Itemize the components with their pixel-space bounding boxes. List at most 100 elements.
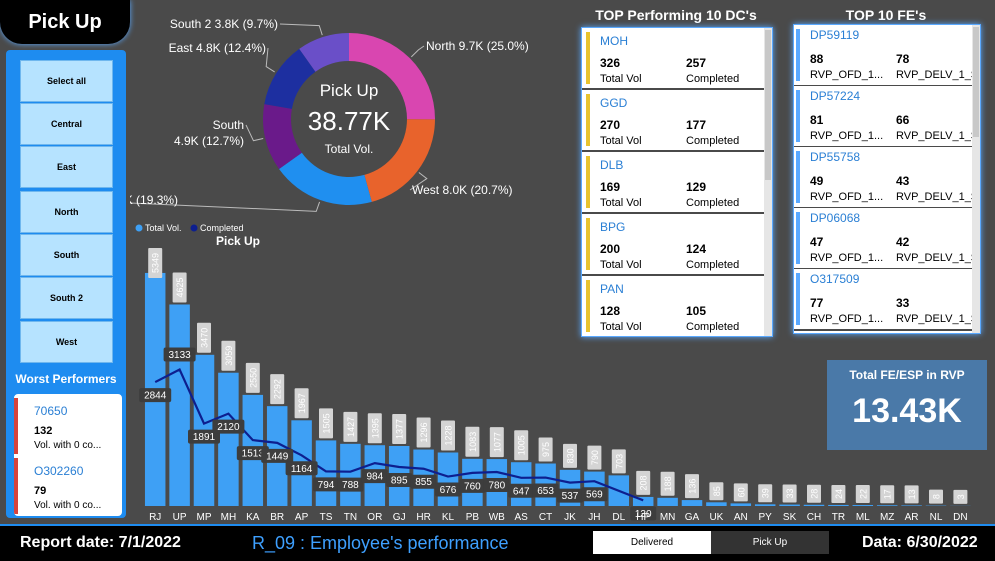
bar-mn[interactable]	[657, 498, 678, 506]
slicer-item-north[interactable]: North	[20, 191, 113, 233]
pickup-bar-chart: Total Vol. Completed Pick Up 53494625347…	[130, 218, 985, 524]
dc-card-id: MOH	[600, 34, 628, 48]
x-tick-label: HR	[416, 512, 430, 523]
slicer-item-select-all[interactable]: Select all	[20, 60, 113, 102]
dc-card-completed-label: Completed	[686, 197, 739, 209]
donut-slice-label: South 2 3.8K (9.7%)	[170, 17, 278, 31]
fe-card-id: DP55758	[810, 150, 860, 164]
worst-performers-list[interactable]: 70650 132 Vol. with 0 co... O302260 79 V…	[12, 392, 124, 518]
bar-value-label: 830	[566, 448, 576, 463]
x-tick-label: AN	[734, 512, 748, 523]
bar-value-label: 1296	[419, 423, 429, 443]
tab-pick-up[interactable]: Pick Up	[711, 531, 829, 554]
x-tick-label: DN	[953, 512, 967, 523]
bar-value-label: 1505	[322, 413, 332, 433]
slicer-item-west[interactable]: West	[20, 321, 113, 363]
line-value-label: 788	[342, 480, 359, 491]
line-value-label: 3133	[168, 350, 191, 361]
fe-scrollbar-thumb[interactable]	[973, 27, 979, 137]
bar-uk[interactable]	[706, 502, 727, 506]
slicer-item-east[interactable]: East	[20, 146, 113, 188]
bar-up[interactable]	[169, 304, 190, 506]
bar-value-label: 22	[858, 489, 868, 499]
bar-value-label: 1077	[492, 432, 502, 452]
worst-card[interactable]: 70650 132 Vol. with 0 co...	[14, 398, 118, 454]
fe-card-id: DP59119	[810, 28, 859, 42]
fe-card-value-a: 49	[810, 174, 823, 188]
bar-tn[interactable]	[340, 444, 361, 506]
line-value-label: 647	[513, 486, 530, 497]
tab-delivered[interactable]: Delivered	[593, 531, 711, 554]
bar-py[interactable]	[755, 504, 776, 506]
line-value-label: 780	[488, 481, 505, 492]
donut-leader-line	[266, 48, 274, 72]
x-tick-label: TN	[344, 512, 357, 523]
bar-kl[interactable]	[438, 452, 459, 506]
donut-leader-line	[411, 46, 424, 57]
legend-completed: Completed	[200, 223, 244, 233]
slicer-item-south[interactable]: South	[20, 234, 113, 276]
bar-value-label: 208	[639, 475, 649, 490]
line-value-label: 537	[562, 491, 579, 502]
dc-card-completed-label: Completed	[686, 135, 739, 147]
fe-card[interactable]: DP572248166RVP_OFD_1...RVP_DELV_1_S...	[794, 86, 972, 148]
dc-card-id: GGD	[600, 96, 627, 110]
line-value-label: 1164	[291, 464, 313, 475]
donut-slice-central[interactable]	[279, 153, 372, 205]
x-tick-label: JK	[564, 512, 576, 523]
pickup-donut-chart: Pick Up 38.77K Total Vol. North 9.7K (25…	[130, 0, 580, 222]
dc-card-id: DLB	[600, 158, 623, 172]
dc-card-total: 326	[600, 56, 620, 70]
x-tick-label: MN	[660, 512, 676, 523]
dc-card-total-label: Total Vol	[600, 197, 642, 209]
worst-card-value: 79	[34, 485, 46, 497]
x-tick-label: RJ	[149, 512, 161, 523]
bar-value-label: 188	[663, 476, 673, 491]
dc-card[interactable]: GGD270177Total VolCompleted	[582, 90, 766, 152]
bar-tr[interactable]	[828, 505, 849, 506]
x-tick-label: UP	[173, 512, 187, 523]
x-tick-label: MZ	[880, 512, 894, 523]
bar-value-label: 17	[883, 489, 893, 499]
donut-center-subtitle: Total Vol.	[325, 142, 374, 156]
fe-card-value-b: 43	[896, 174, 909, 188]
donut-leader-line	[246, 125, 263, 141]
x-tick-label: GJ	[393, 512, 406, 523]
dc-scrollbar-thumb[interactable]	[765, 30, 771, 180]
fe-card-label-b: RVP_DELV_1_S...	[896, 69, 981, 81]
legend-total-vol-marker	[136, 225, 143, 232]
bar-ga[interactable]	[682, 500, 703, 506]
bar-ts[interactable]	[316, 440, 337, 506]
bar-value-label: 1377	[395, 419, 405, 439]
bar-value-label: 136	[688, 479, 698, 494]
line-value-label: 1891	[193, 432, 216, 443]
dc-card-completed: 129	[686, 180, 706, 194]
bar-mz[interactable]	[877, 505, 898, 506]
bar-ch[interactable]	[804, 505, 825, 506]
bar-sk[interactable]	[779, 505, 800, 506]
x-tick-label: AR	[905, 512, 919, 523]
bar-mh[interactable]	[218, 373, 239, 506]
bar-value-label: 33	[785, 489, 795, 499]
report-title: R_09 : Employee's performance	[252, 533, 509, 554]
dc-card-completed: 257	[686, 56, 706, 70]
slicer-item-central[interactable]: Central	[20, 103, 113, 145]
bar-ar[interactable]	[901, 505, 922, 506]
dc-card[interactable]: DLB169129Total VolCompleted	[582, 152, 766, 214]
bar-value-label: 1228	[444, 425, 454, 445]
fe-card-value-b: 66	[896, 113, 909, 127]
x-tick-label: TR	[832, 512, 845, 523]
donut-center-value: 38.77K	[308, 106, 391, 136]
bar-an[interactable]	[731, 503, 752, 506]
worst-card[interactable]: O302260 79 Vol. with 0 co...	[14, 458, 118, 514]
dc-card-total: 270	[600, 118, 620, 132]
bar-value-label: 24	[834, 489, 844, 499]
line-value-label: 569	[586, 490, 603, 501]
line-value-label: 794	[318, 480, 335, 491]
dc-card[interactable]: MOH326257Total VolCompleted	[582, 28, 766, 90]
x-tick-label: WB	[489, 512, 505, 523]
fe-card[interactable]: DP591198878RVP_OFD_1...RVP_DELV_1_S...	[794, 25, 972, 87]
fe-card[interactable]: DP557584943RVP_OFD_1...RVP_DELV_1_S...	[794, 147, 972, 209]
slicer-item-south-2[interactable]: South 2	[20, 277, 113, 319]
bar-ml[interactable]	[853, 505, 874, 506]
